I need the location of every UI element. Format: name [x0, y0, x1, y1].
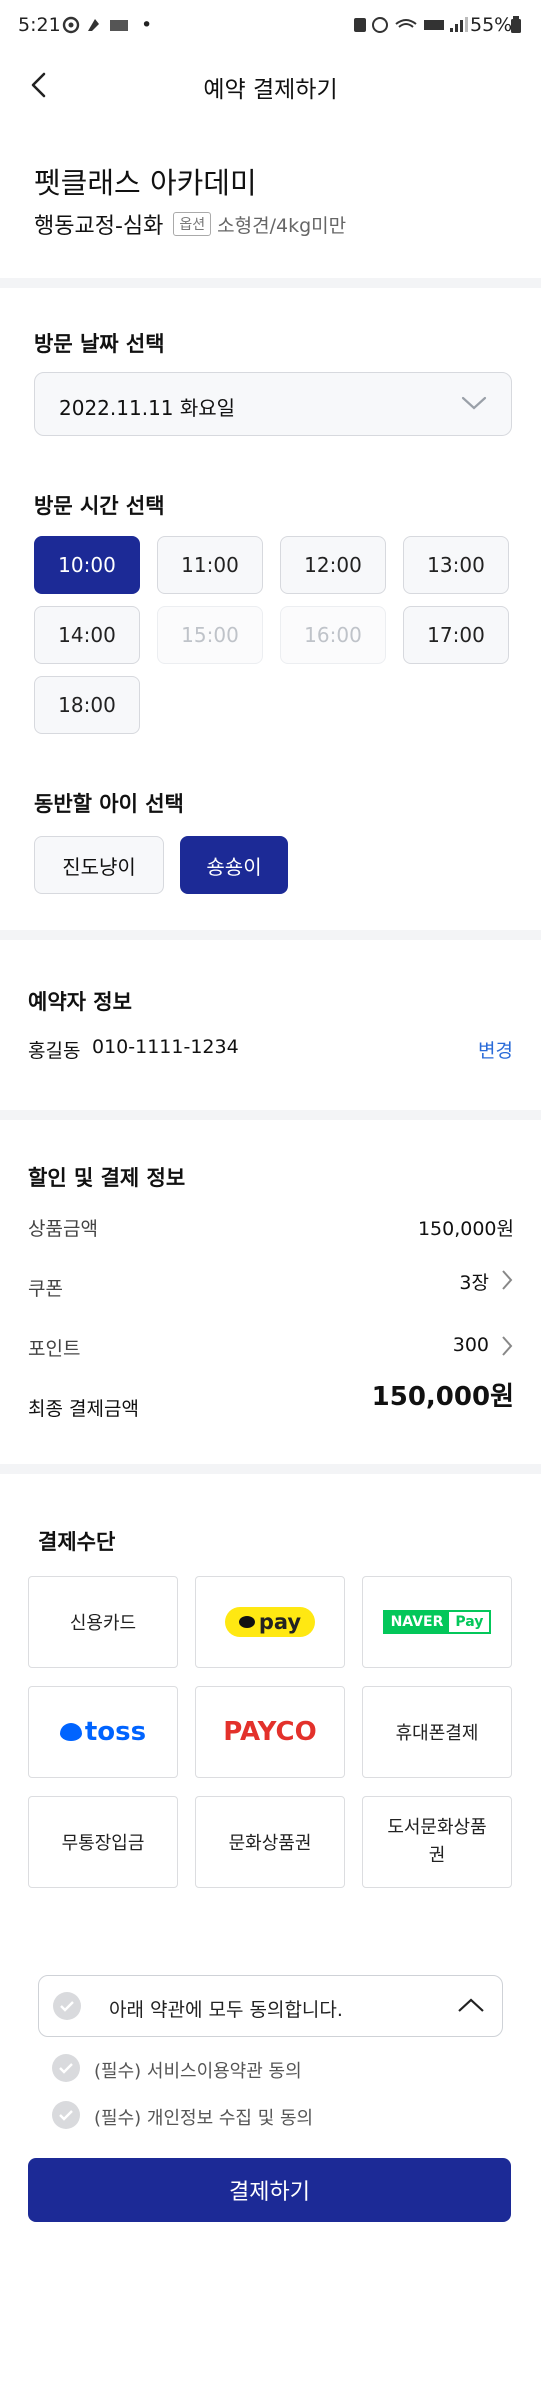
agree-all-label: 아래 약관에 모두 동의합니다. [109, 1999, 343, 2021]
point-label: 포인트 [28, 1338, 81, 1360]
pay-bank-transfer[interactable]: 무통장입금 [28, 1796, 178, 1888]
header: 예약 결제하기 [0, 54, 541, 118]
toss-drop-icon [59, 1723, 82, 1741]
product-line: 행동교정-심화 옵션 소형견/4kg미만 [34, 208, 346, 240]
status-dot: • [141, 14, 153, 36]
time-slot-1800[interactable]: 18:00 [34, 676, 140, 734]
battery-text: 55% [470, 14, 513, 36]
coupon-value[interactable]: 3장 [459, 1268, 489, 1295]
agree-service-terms[interactable]: (필수) 서비스이용약관 동의 [94, 2057, 302, 2083]
pay-button[interactable]: 결제하기 [28, 2158, 511, 2222]
payco-logo: PAYCO [223, 1717, 317, 1747]
status-icons-right [352, 16, 472, 39]
date-select[interactable]: 2022.11.11 화요일 [34, 372, 512, 436]
time-slot-1500: 15:00 [157, 606, 263, 664]
visit-date-title: 방문 날짜 선택 [34, 332, 165, 356]
product-amount-label: 상품금액 [28, 1218, 98, 1240]
chevron-down-icon [461, 395, 487, 415]
shop-name: 펫클래스 아카데미 [34, 166, 257, 200]
option-badge: 옵션 [173, 212, 212, 236]
status-bar: 5:21 • 55% [0, 0, 541, 54]
time-slot-1400[interactable]: 14:00 [34, 606, 140, 664]
change-booker-link[interactable]: 변경 [478, 1036, 513, 1063]
section-divider [0, 1464, 541, 1474]
section-divider [0, 1110, 541, 1120]
toss-logo: toss [59, 1717, 147, 1747]
naverpay-logo: NAVER Pay [382, 1610, 492, 1634]
battery-icon [510, 16, 522, 39]
pay-culture-gift[interactable]: 문화상품권 [195, 1796, 345, 1888]
pet-option-jindo[interactable]: 진도냥이 [34, 836, 164, 894]
agree-all-box[interactable]: 아래 약관에 모두 동의합니다. [38, 1975, 503, 2037]
point-value[interactable]: 300 [453, 1334, 489, 1356]
time-slot-1600: 16:00 [280, 606, 386, 664]
option-text: 소형견/4kg미만 [217, 214, 347, 237]
time-slot-1700[interactable]: 17:00 [403, 606, 509, 664]
product-amount-value: 150,000원 [417, 1218, 514, 1240]
book-gift-label-line1: 도서문화상품 [387, 1817, 487, 1838]
booker-name: 홍길동 [28, 1040, 81, 1062]
pet-select-title: 동반할 아이 선택 [34, 792, 184, 816]
time-slot-1300[interactable]: 13:00 [403, 536, 509, 594]
toss-text: toss [84, 1717, 147, 1747]
chevron-up-icon[interactable] [457, 1996, 485, 2018]
bank-transfer-label: 무통장입금 [61, 1833, 145, 1854]
final-amount-value: 150,000원 [371, 1382, 514, 1412]
status-time: 5:21 [18, 14, 61, 36]
pay-phone[interactable]: 휴대폰결제 [362, 1686, 512, 1778]
phone-pay-label: 휴대폰결제 [395, 1723, 479, 1744]
agree-privacy-terms[interactable]: (필수) 개인정보 수집 및 동의 [94, 2104, 313, 2130]
naverpay-naver: NAVER [384, 1612, 450, 1632]
pay-credit-card[interactable]: 신용카드 [28, 1576, 178, 1668]
date-value: 2022.11.11 화요일 [59, 396, 236, 420]
booker-phone: 010-1111-1234 [92, 1036, 239, 1058]
coupon-chevron-icon[interactable] [500, 1268, 514, 1296]
time-slot-1000[interactable]: 10:00 [34, 536, 140, 594]
book-gift-label-line2: 권 [428, 1845, 446, 1866]
time-slot-1200[interactable]: 12:00 [280, 536, 386, 594]
time-slot-1100[interactable]: 11:00 [157, 536, 263, 594]
culture-gift-label: 문화상품권 [228, 1833, 312, 1854]
check-circle-icon[interactable] [52, 2101, 80, 2129]
final-amount-label: 최종 결제금액 [28, 1398, 139, 1420]
pay-payco[interactable]: PAYCO [195, 1686, 345, 1778]
kakaopay-logo: pay [224, 1607, 316, 1637]
point-chevron-icon[interactable] [500, 1334, 514, 1362]
pay-book-gift[interactable]: 도서문화상품 권 [362, 1796, 512, 1888]
section-divider [0, 930, 541, 940]
coupon-label: 쿠폰 [28, 1278, 63, 1300]
kakaopay-text: pay [258, 1610, 302, 1634]
payment-info-title: 할인 및 결제 정보 [28, 1166, 186, 1190]
pay-naverpay[interactable]: NAVER Pay [362, 1576, 512, 1668]
page-title: 예약 결제하기 [203, 77, 338, 103]
status-icons-left [62, 16, 136, 39]
kakao-bubble-icon [238, 1616, 255, 1628]
check-circle-icon[interactable] [53, 1992, 81, 2020]
pay-kakaopay[interactable]: pay [195, 1576, 345, 1668]
pay-toss[interactable]: toss [28, 1686, 178, 1778]
class-name: 행동교정-심화 [34, 214, 164, 239]
payment-method-title: 결제수단 [38, 1530, 116, 1554]
check-circle-icon[interactable] [52, 2054, 80, 2082]
credit-card-label: 신용카드 [69, 1613, 137, 1634]
booker-title: 예약자 정보 [28, 990, 132, 1014]
visit-time-title: 방문 시간 선택 [34, 494, 165, 518]
pet-option-songsong[interactable]: 숑숑이 [180, 836, 288, 894]
naverpay-pay: Pay [455, 1614, 484, 1630]
section-divider [0, 278, 541, 288]
